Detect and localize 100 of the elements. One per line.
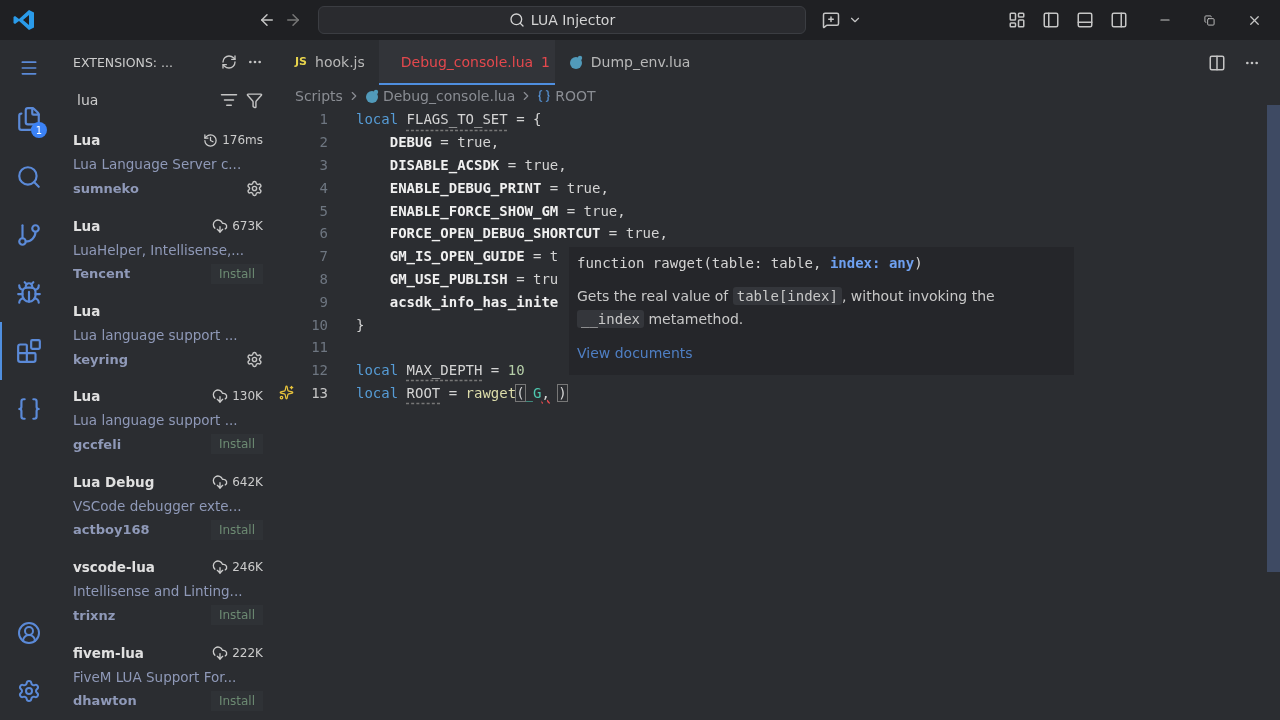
doc-text: Gets the real value of table[index] , without invoking the __index metamethod. (577, 286, 996, 330)
download-count: 246K (232, 560, 263, 575)
sidebar-title: EXTENSIONS: ... (73, 54, 174, 70)
breadcrumb-file[interactable]: Debug_console.lua (382, 88, 516, 104)
app-logo-icon (12, 8, 36, 32)
install-button[interactable]: Install (210, 605, 263, 626)
forward-arrow-icon[interactable] (284, 11, 302, 29)
code-line: FORCE_OPEN_DEBUG_SHORTCUT = true, (388, 225, 669, 242)
activation-time: 176ms (222, 133, 263, 148)
editor-tab[interactable]: JS hook.js (281, 40, 379, 85)
publisher-name: gccfeli (73, 436, 122, 452)
panel-bottom-icon[interactable] (1076, 11, 1094, 29)
restore-icon[interactable] (1204, 14, 1215, 26)
command-search-field[interactable]: LUA Injector (318, 6, 806, 34)
extension-name: Lua (73, 388, 101, 405)
publisher-name: trixnz (73, 607, 116, 623)
moon-icon (364, 89, 379, 103)
search-field[interactable]: lua (77, 92, 212, 109)
cloud-download-icon (212, 388, 229, 405)
extension-name: Lua (73, 303, 101, 320)
line-number: 13 (310, 384, 328, 401)
tab-label: Debug_console.lua (400, 53, 534, 70)
code-line: GM_IS_OPEN_GUIDE = t (388, 248, 560, 265)
sparkle-icon[interactable] (278, 385, 294, 401)
cloud-download-icon (212, 644, 229, 661)
layout-icon[interactable] (1008, 11, 1026, 29)
code-line: GM_USE_PUBLISH = tru (388, 270, 560, 287)
extension-description: LuaHelper, Intellisense,... (73, 241, 245, 258)
line-number: 12 (310, 362, 328, 379)
extension-description: Intellisense and Linting... (73, 583, 243, 600)
install-button[interactable]: Install (210, 263, 263, 284)
install-button[interactable]: Install (210, 519, 263, 540)
documents-link[interactable]: View documents (577, 345, 693, 361)
editor-tab[interactable]: Debug_console.lua 1 (378, 40, 555, 85)
extension-description: FiveM LUA Support For... (73, 668, 237, 685)
account-icon[interactable] (16, 621, 41, 645)
panel-left-icon[interactable] (1042, 11, 1060, 29)
publisher-name: Tencent (73, 266, 131, 282)
settings-icon[interactable] (246, 179, 263, 197)
code-line: local ROOT = rawget(_G, ) (356, 384, 567, 401)
cloud-download-icon (212, 559, 229, 576)
code-line: acsdk_info_has_inite (388, 293, 560, 310)
download-count: 222K (232, 645, 263, 660)
tab-label: hook.js (315, 53, 365, 70)
line-number: 5 (318, 202, 328, 219)
line-number: 2 (318, 134, 328, 151)
settings-icon[interactable] (246, 350, 263, 368)
extension-description: VSCode debugger exte... (73, 497, 242, 514)
braces-icon (15, 396, 42, 422)
publisher-name: actboy168 (73, 522, 150, 538)
extension-name: fivem-lua (73, 644, 144, 661)
publisher-name: keyring (73, 351, 128, 367)
split-editor-icon[interactable] (1208, 53, 1226, 72)
search-text: LUA Injector (530, 12, 616, 28)
filter-icon[interactable] (246, 91, 263, 109)
download-count: 642K (232, 474, 263, 489)
activity-bar-item[interactable]: 1 (0, 90, 55, 148)
chat-icon[interactable] (822, 11, 840, 29)
extension-name: vscode-lua (73, 559, 155, 576)
search-icon (508, 12, 525, 28)
extension-description: Lua language support ... (73, 412, 238, 429)
code-line: ENABLE_FORCE_SHOW_GM = true, (388, 202, 627, 219)
cloud-download-icon (212, 473, 229, 490)
panel-right-icon[interactable] (1110, 11, 1128, 29)
extension-description: Lua Language Server c... (73, 156, 242, 173)
install-button[interactable]: Install (210, 690, 263, 711)
extension-description: Lua language support ... (73, 327, 238, 344)
download-count: 130K (232, 389, 263, 404)
line-number: 9 (318, 293, 328, 310)
line-number: 1 (318, 111, 328, 128)
files-icon (15, 106, 42, 132)
code-line: DISABLE_ACSDK = true, (388, 157, 568, 173)
function-signature: function rawget(table: table, index: any) (577, 255, 924, 271)
line-number: 8 (318, 270, 328, 287)
problem-count: 1 (541, 53, 551, 70)
refresh-icon[interactable] (221, 54, 237, 71)
code-line: local MAX_DEPTH = 10 (356, 362, 526, 379)
install-button[interactable]: Install (210, 434, 263, 455)
blocks-icon (15, 338, 42, 364)
breadcrumb-folder[interactable]: Scripts (295, 88, 343, 104)
publisher-name: dhawton (73, 693, 137, 709)
history-icon (203, 132, 219, 148)
line-number: 6 (318, 225, 328, 242)
line-number: 11 (310, 339, 328, 356)
editor-tab[interactable]: Dump_env.lua (554, 40, 705, 85)
cloud-download-icon (212, 217, 229, 234)
js-file-icon: JS (295, 55, 307, 68)
branch-icon (15, 222, 42, 248)
extension-name: Lua (73, 132, 101, 149)
code-line: } (356, 316, 366, 333)
bug-icon (15, 280, 42, 306)
settings-icon[interactable] (16, 679, 41, 703)
extension-name: Lua (73, 217, 101, 234)
line-number: 10 (310, 316, 328, 333)
scrollbar[interactable] (1267, 105, 1280, 572)
symbol-icon (537, 89, 552, 103)
code-line: local FLAGS_TO_SET = { (356, 111, 543, 128)
breadcrumb-symbol[interactable]: ROOT (555, 88, 596, 104)
extension-name: Lua Debug (73, 473, 155, 490)
tab-label: Dump_env.lua (590, 53, 691, 70)
